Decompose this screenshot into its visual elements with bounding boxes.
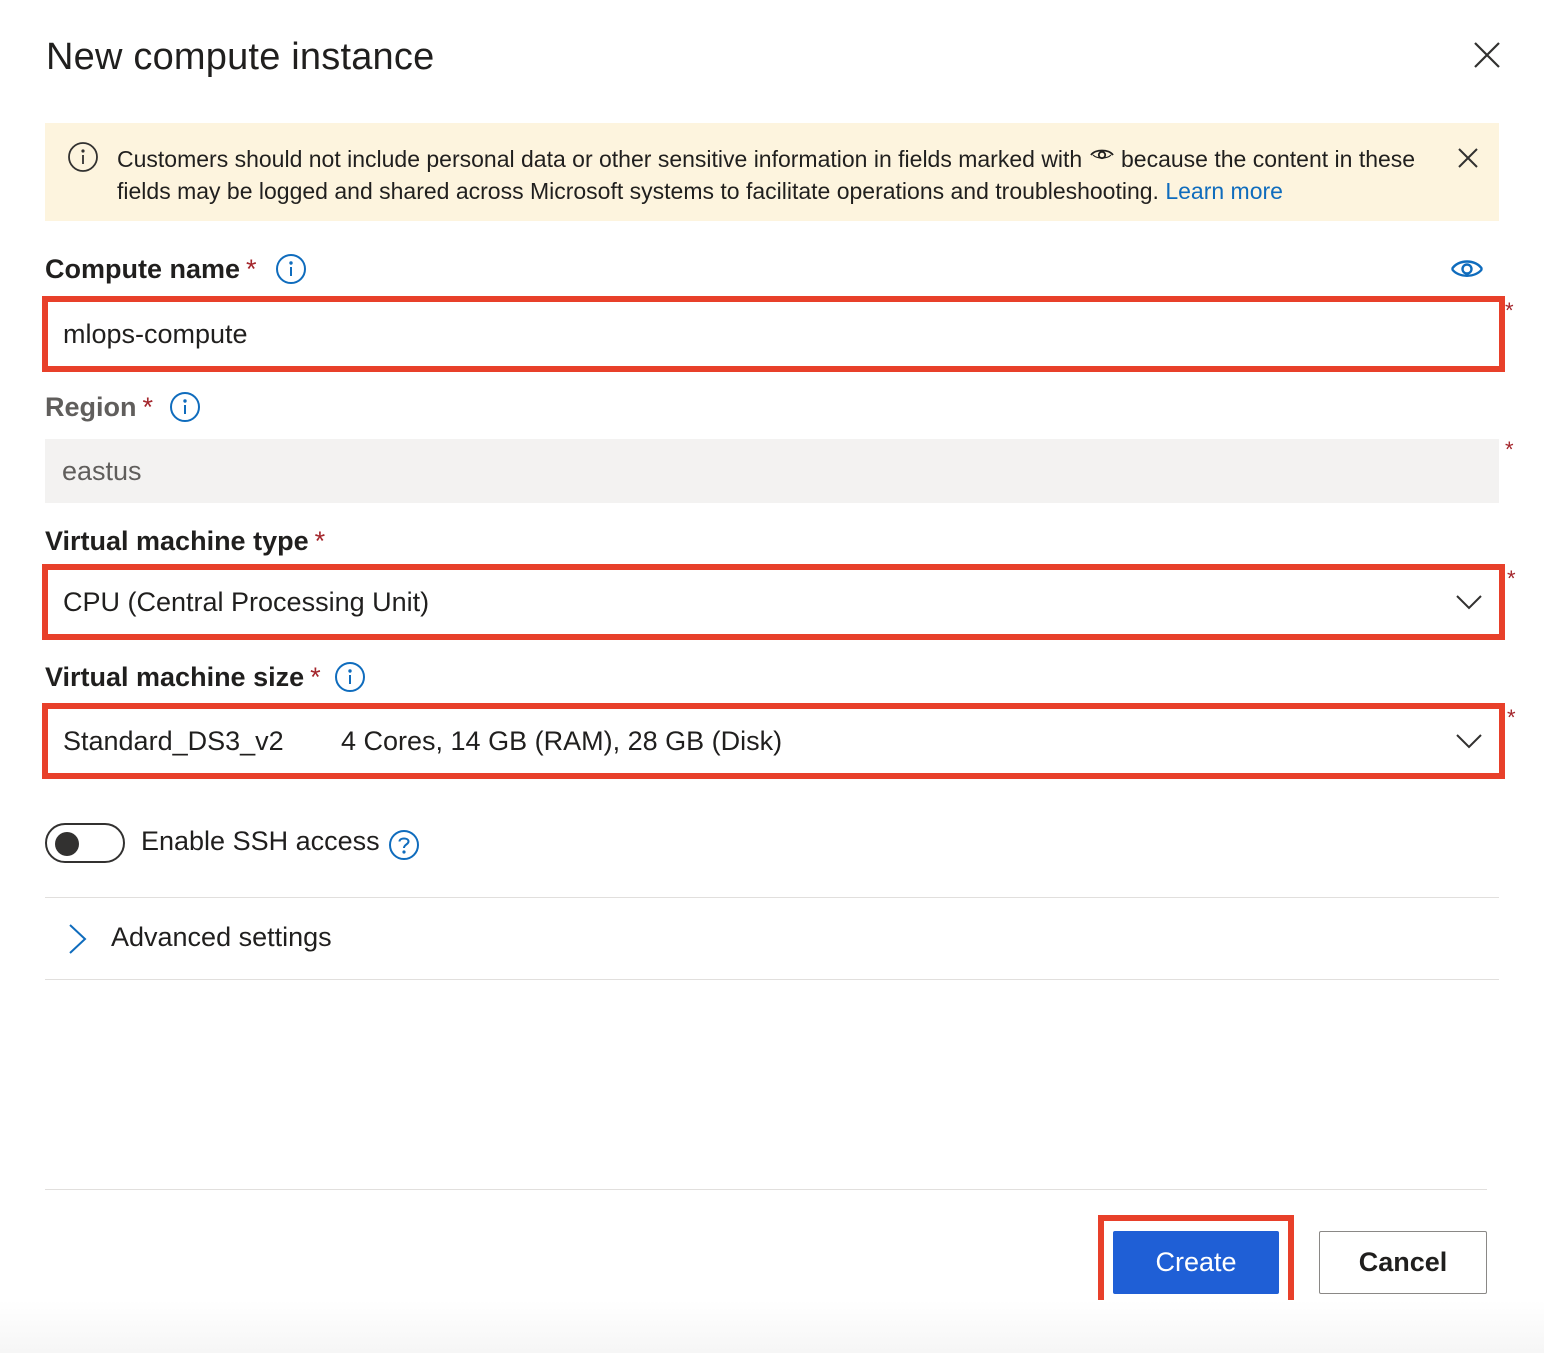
advanced-settings-expander[interactable]: Advanced settings	[45, 898, 1499, 980]
vm-type-label-text: Virtual machine type	[45, 526, 309, 556]
region-label: Region *	[45, 392, 153, 423]
required-marker: *	[246, 254, 257, 284]
eye-icon	[1089, 149, 1114, 160]
vm-type-value: CPU (Central Processing Unit)	[63, 586, 430, 617]
info-icon	[68, 142, 98, 172]
vm-size-dropdown[interactable]: Standard_DS3_v2 4 Cores, 14 GB (RAM), 28…	[42, 703, 1505, 779]
dismiss-banner-button[interactable]	[1451, 141, 1485, 175]
compute-name-input[interactable]: mlops-compute	[42, 296, 1505, 372]
banner-text-before: Customers should not include personal da…	[117, 146, 1083, 172]
chevron-down-icon	[1456, 734, 1482, 749]
required-marker: *	[314, 526, 326, 556]
close-dialog-button[interactable]	[1466, 34, 1508, 76]
compute-name-value: mlops-compute	[63, 318, 248, 349]
info-icon[interactable]	[169, 391, 201, 423]
advanced-settings-label: Advanced settings	[111, 922, 332, 952]
vm-size-spec: 4 Cores, 14 GB (RAM), 28 GB (Disk)	[341, 725, 783, 756]
info-icon[interactable]	[334, 661, 366, 693]
bottom-edge	[0, 1300, 1544, 1353]
region-value: eastus	[62, 455, 142, 486]
ssh-toggle[interactable]	[45, 823, 125, 863]
close-icon	[1458, 148, 1478, 168]
eye-icon	[1450, 260, 1484, 277]
chevron-right-icon	[69, 924, 87, 954]
learn-more-link[interactable]: Learn more	[1165, 178, 1283, 204]
banner-message: Customers should not include personal da…	[117, 143, 1427, 207]
vm-type-dropdown[interactable]: CPU (Central Processing Unit)	[42, 564, 1505, 640]
toggle-knob	[55, 832, 79, 856]
cancel-button[interactable]: Cancel	[1319, 1231, 1487, 1294]
required-marker: *	[1507, 705, 1516, 730]
required-marker: *	[1505, 437, 1514, 462]
compute-name-label: Compute name *	[45, 254, 257, 285]
dialog-title: New compute instance	[46, 36, 435, 78]
privacy-banner: Customers should not include personal da…	[45, 123, 1499, 221]
region-label-text: Region	[45, 392, 137, 422]
vm-size-name: Standard_DS3_v2	[63, 725, 284, 756]
required-marker: *	[1507, 566, 1516, 591]
required-marker: *	[142, 392, 154, 422]
create-button[interactable]: Create	[1113, 1231, 1279, 1294]
close-icon	[1474, 42, 1500, 68]
footer-divider	[45, 1189, 1487, 1190]
required-marker: *	[310, 662, 321, 692]
vm-type-label: Virtual machine type *	[45, 526, 325, 557]
compute-name-label-text: Compute name	[45, 254, 241, 284]
info-icon[interactable]	[275, 253, 307, 285]
vm-size-label: Virtual machine size *	[45, 662, 321, 693]
vm-size-label-text: Virtual machine size	[45, 662, 305, 692]
ssh-toggle-label: Enable SSH access	[141, 826, 380, 856]
region-field: eastus	[45, 439, 1499, 503]
chevron-down-icon	[1456, 595, 1482, 610]
required-marker: *	[1505, 298, 1514, 323]
help-icon[interactable]	[388, 829, 420, 861]
divider	[45, 979, 1499, 980]
